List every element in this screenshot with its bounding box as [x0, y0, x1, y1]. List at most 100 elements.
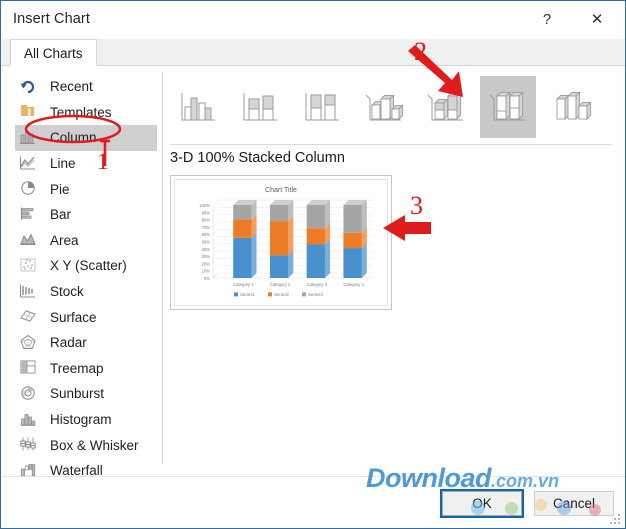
dialog-body: Recent Templates Column Line Pie Bar Area X Y (…: [2, 66, 625, 504]
y-axis-tick-label: 20%: [202, 261, 211, 266]
sidebar-item-label: Recent: [50, 79, 93, 95]
sidebar-item-surface[interactable]: Surface: [15, 304, 157, 330]
y-axis-tick-label: 70%: [202, 225, 211, 230]
y-axis-tick-label: 40%: [202, 247, 211, 252]
panel-divider: [162, 72, 163, 464]
y-axis-tick-label: 90%: [202, 210, 211, 215]
box-whisker-icon: [19, 436, 41, 454]
gallery-divider: [170, 144, 612, 145]
sidebar-item-label: Box & Whisker: [50, 437, 139, 453]
sidebar-item-label: Surface: [50, 309, 97, 325]
sidebar-item-label: Area: [50, 232, 79, 248]
histogram-icon: [19, 411, 41, 429]
chart-type-pane: 3-D 100% Stacked Column Chart Title 100% 9…: [170, 66, 620, 474]
sidebar-item-label: Bar: [50, 207, 72, 223]
grip-dot: [614, 518, 616, 520]
y-axis-tick-label: 10%: [202, 269, 211, 274]
column-icon: [19, 129, 41, 147]
insert-chart-dialog: Insert Chart ? ✕ All Charts Recent Templa…: [0, 0, 626, 529]
area-icon: [19, 231, 41, 249]
thumbnail-3d-column[interactable]: [542, 76, 598, 138]
sidebar-item-radar[interactable]: Radar: [15, 330, 157, 356]
sidebar-item-label: Sunburst: [50, 386, 105, 402]
thumbnail-3d-100-percent-stacked-column[interactable]: [480, 76, 536, 138]
thumbnail-clustered-column[interactable]: [170, 76, 226, 138]
legend-entry: Series1: [240, 292, 255, 297]
sidebar-item-histogram[interactable]: Histogram: [15, 407, 157, 433]
sidebar-item-label: Line: [50, 156, 76, 172]
dialog-footer: OK Cancel: [2, 476, 625, 528]
thumbnail-3d-clustered-column[interactable]: [356, 76, 412, 138]
x-axis-category-label: Category 4: [343, 282, 364, 287]
close-icon: ✕: [590, 11, 604, 28]
cancel-button[interactable]: Cancel: [534, 491, 614, 516]
chart-category-list[interactable]: Recent Templates Column Line Pie Bar Area X Y (…: [15, 74, 157, 504]
chart-preview[interactable]: Chart Title 100% 90% 80% 70% 60% 50% 40% 30% 20% 1…: [170, 175, 392, 310]
ok-button[interactable]: OK: [440, 489, 524, 518]
y-axis-tick-label: 50%: [202, 240, 211, 245]
sidebar-item-label: Column: [50, 130, 97, 146]
y-axis-tick-label: 30%: [202, 254, 211, 259]
grip-dot: [610, 522, 612, 524]
sidebar-item-sunburst[interactable]: Sunburst: [15, 381, 157, 407]
title-bar: Insert Chart ? ✕: [2, 2, 625, 39]
chart-title: Chart Title: [265, 187, 297, 194]
x-axis-category-label: Category 1: [233, 282, 254, 287]
question-mark-icon: ?: [542, 11, 552, 28]
close-button[interactable]: ✕: [576, 3, 618, 37]
tab-all-charts[interactable]: All Charts: [10, 39, 97, 66]
tab-strip: All Charts: [2, 39, 625, 66]
chart-preview-canvas: Chart Title 100% 90% 80% 70% 60% 50% 40% 30% 20% 1…: [174, 179, 388, 306]
sidebar-item-label: Templates: [50, 104, 112, 120]
sidebar-item-label: Pie: [50, 181, 70, 197]
line-icon: [19, 155, 41, 173]
sidebar-item-label: Treemap: [50, 360, 104, 376]
templates-icon: [19, 103, 41, 121]
pie-icon: [19, 180, 41, 198]
y-axis-tick-label: 0%: [204, 276, 210, 281]
selected-subtype-label: 3-D 100% Stacked Column: [170, 150, 345, 166]
sidebar-item-templates[interactable]: Templates: [15, 100, 157, 126]
sidebar-item-line[interactable]: Line: [15, 151, 157, 177]
sidebar-item-recent[interactable]: Recent: [15, 74, 157, 100]
grip-dot: [618, 514, 620, 516]
bar-icon: [19, 206, 41, 224]
sidebar-item-label: X Y (Scatter): [50, 258, 127, 274]
legend-entry: Series3: [308, 292, 323, 297]
sidebar-item-label: Stock: [50, 284, 84, 300]
grip-dot: [618, 522, 620, 524]
y-axis-tick-label: 60%: [202, 232, 211, 237]
resize-grip[interactable]: [610, 514, 622, 526]
grip-dot: [618, 518, 620, 520]
grip-dot: [614, 522, 616, 524]
thumbnail-stacked-column[interactable]: [232, 76, 288, 138]
dialog-title: Insert Chart: [13, 11, 90, 27]
legend-entry: Series2: [274, 292, 289, 297]
sidebar-item-bar[interactable]: Bar: [15, 202, 157, 228]
sidebar-item-label: Radar: [50, 335, 87, 351]
y-axis-tick-label: 80%: [202, 218, 211, 223]
y-axis-tick-label: 100%: [199, 203, 210, 208]
surface-icon: [19, 308, 41, 326]
sidebar-item-column[interactable]: Column: [15, 125, 157, 151]
x-axis-category-label: Category 3: [307, 282, 328, 287]
recent-icon: [19, 78, 41, 96]
sidebar-item-pie[interactable]: Pie: [15, 176, 157, 202]
sidebar-item-box-whisker[interactable]: Box & Whisker: [15, 432, 157, 458]
sidebar-item-treemap[interactable]: Treemap: [15, 356, 157, 382]
x-axis-category-label: Category 2: [270, 282, 291, 287]
sidebar-item-x-y-scatter[interactable]: X Y (Scatter): [15, 253, 157, 279]
sidebar-item-area[interactable]: Area: [15, 228, 157, 254]
thumbnail-3d-stacked-column[interactable]: [418, 76, 474, 138]
scatter-icon: [19, 257, 41, 275]
help-button[interactable]: ?: [526, 3, 568, 37]
thumbnail-100-percent-stacked-column[interactable]: [294, 76, 350, 138]
preview-chart-svg: Chart Title 100% 90% 80% 70% 60% 50% 40% 30% 20% 1…: [199, 187, 373, 297]
sunburst-icon: [19, 385, 41, 403]
radar-icon: [19, 334, 41, 352]
sidebar-item-label: Histogram: [50, 412, 112, 428]
sidebar-item-stock[interactable]: Stock: [15, 279, 157, 305]
chart-subtype-gallery[interactable]: [170, 76, 616, 138]
treemap-icon: [19, 359, 41, 377]
stock-icon: [19, 283, 41, 301]
